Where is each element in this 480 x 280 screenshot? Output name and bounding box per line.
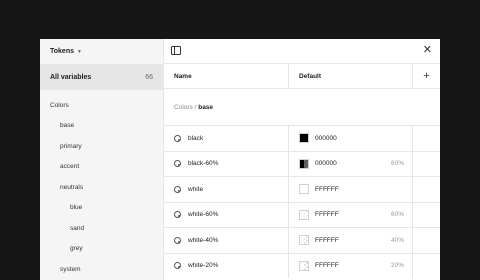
column-header-name: Name	[164, 64, 289, 88]
variable-name: black-60%	[188, 160, 219, 168]
hex-value: FFFFFF	[315, 185, 339, 193]
close-icon[interactable]: ✕	[423, 44, 432, 56]
variable-value-cell[interactable]: FFFFFF	[289, 177, 413, 202]
variable-name-cell[interactable]: white	[164, 177, 289, 202]
color-swatch	[299, 184, 309, 195]
alpha-value: 40%	[390, 236, 404, 244]
table-row[interactable]: black-60% 000000 60%	[164, 150, 440, 177]
variable-name: white-60%	[188, 211, 219, 219]
empty-cell	[413, 228, 440, 253]
tree-item-blue[interactable]: blue	[40, 198, 163, 219]
variables-panel: Tokens ▼ All variables 66 Colors base pr…	[40, 39, 440, 280]
table-row[interactable]: white-40% FFFFFF 40%	[164, 227, 440, 253]
tree-item-colors[interactable]: Colors	[40, 95, 163, 116]
color-swatch	[299, 235, 309, 246]
variable-rows: black 000000 black-60% 000000 60% white …	[164, 125, 440, 278]
variable-name: white-40%	[188, 236, 219, 244]
variable-value-cell[interactable]: FFFFFF 60%	[289, 202, 413, 227]
variable-value-cell[interactable]: FFFFFF 20%	[289, 253, 413, 278]
empty-cell	[413, 126, 440, 151]
group-tree: Colors base primary accent neutrals blue…	[40, 95, 163, 280]
tree-item-accent[interactable]: accent	[40, 157, 163, 178]
all-variables-count: 66	[145, 73, 153, 81]
group-path: Colors	[174, 103, 193, 111]
alpha-value: 20%	[390, 262, 404, 270]
color-variable-icon	[174, 262, 181, 270]
variable-value-cell[interactable]: 000000 60%	[289, 151, 413, 176]
color-variable-icon	[174, 160, 181, 168]
variable-value-cell[interactable]: FFFFFF 40%	[289, 228, 413, 253]
table-row[interactable]: white-20% FFFFFF 20%	[164, 252, 440, 279]
hex-value: FFFFFF	[315, 211, 339, 219]
alpha-value: 60%	[390, 211, 404, 219]
tree-item-sand[interactable]: sand	[40, 218, 163, 239]
color-swatch	[299, 133, 309, 144]
all-variables-label: All variables	[50, 73, 92, 81]
collection-title: Tokens	[50, 48, 74, 55]
variable-name-cell[interactable]: white-60%	[164, 202, 289, 227]
empty-cell	[413, 152, 440, 177]
variables-table: ✕ Name Default + Colors / base black 000…	[164, 39, 440, 280]
chevron-down-icon: ▼	[77, 48, 82, 55]
variable-name: white	[188, 185, 204, 193]
hex-value: 000000	[315, 134, 337, 142]
group-breadcrumb: Colors / base	[164, 89, 440, 125]
empty-cell	[413, 254, 440, 279]
variable-name-cell[interactable]: black	[164, 126, 289, 151]
empty-cell	[413, 177, 440, 202]
variable-name-cell[interactable]: white-20%	[164, 253, 289, 278]
variable-name-cell[interactable]: white-40%	[164, 228, 289, 253]
table-row[interactable]: white-60% FFFFFF 60%	[164, 201, 440, 228]
color-swatch	[299, 260, 309, 271]
group-name: base	[198, 103, 214, 111]
sidebar: Tokens ▼ All variables 66 Colors base pr…	[40, 39, 164, 280]
table-row[interactable]: black 000000	[164, 125, 440, 151]
color-variable-icon	[174, 185, 181, 193]
collection-dropdown[interactable]: Tokens ▼	[40, 39, 163, 64]
sidebar-toggle-icon[interactable]	[171, 46, 181, 55]
variable-name-cell[interactable]: black-60%	[164, 151, 289, 176]
tree-item-system[interactable]: system	[40, 259, 163, 280]
tree-item-grey[interactable]: grey	[40, 239, 163, 260]
hex-value: 000000	[315, 160, 337, 168]
empty-cell	[413, 203, 440, 228]
all-variables-item[interactable]: All variables 66	[40, 64, 163, 90]
color-swatch	[299, 209, 309, 220]
variable-name: white-20%	[188, 262, 219, 270]
hex-value: FFFFFF	[315, 236, 339, 244]
color-variable-icon	[174, 236, 181, 244]
column-header-default: Default	[289, 64, 413, 88]
panel-toolbar: ✕	[164, 39, 440, 64]
tree-item-primary[interactable]: primary	[40, 136, 163, 157]
color-variable-icon	[174, 134, 181, 142]
color-swatch	[299, 158, 309, 169]
color-variable-icon	[174, 211, 181, 219]
variable-name: black	[188, 134, 204, 142]
alpha-value: 60%	[390, 160, 404, 168]
variable-value-cell[interactable]: 000000	[289, 126, 413, 151]
table-header: Name Default +	[164, 64, 440, 89]
tree-item-base[interactable]: base	[40, 116, 163, 137]
table-row[interactable]: white FFFFFF	[164, 176, 440, 202]
plus-icon[interactable]: +	[413, 64, 440, 88]
tree-item-neutrals[interactable]: neutrals	[40, 177, 163, 198]
hex-value: FFFFFF	[315, 262, 339, 270]
